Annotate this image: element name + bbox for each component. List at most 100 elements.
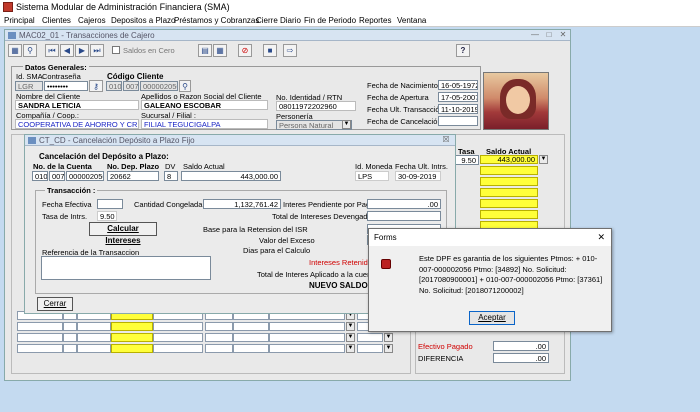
help-icon[interactable]: ? [456, 44, 470, 57]
interes-pendiente-label: Interes Pendiente por Pagar [283, 200, 377, 209]
grid-saldo-row2 [480, 166, 538, 175]
exit-icon[interactable]: ⇨ [283, 44, 297, 57]
minimize-icon[interactable]: — [528, 30, 542, 40]
fecha-ult-field: 11-10-2019 [438, 104, 478, 114]
grid-cell [153, 344, 203, 353]
grid-cell [205, 344, 233, 353]
cancel-icon[interactable]: ⊘ [238, 44, 252, 57]
codigo-cliente-part1[interactable]: 010 [106, 81, 122, 91]
row-spinner-icon[interactable]: ▼ [346, 333, 355, 342]
row-spinner-icon[interactable]: ▼ [346, 344, 355, 353]
cuenta-part3: 000002056 [66, 171, 104, 181]
grid-cell [17, 333, 63, 342]
app-icon [3, 2, 13, 12]
previous-icon[interactable]: ◀ [60, 44, 74, 57]
dv-label: DV [165, 162, 176, 171]
saldos-cero-checkbox[interactable] [112, 46, 120, 54]
menu-bar: Principal Clientes Cajeros Depositos a P… [0, 14, 700, 27]
app-titlebar: Sistema Modular de Administración Financ… [0, 0, 700, 14]
dias-calculo-label: Dias para el Calculo [243, 246, 311, 255]
cancelacion-header: Cancelación del Depósito a Plazo: [39, 152, 169, 161]
fecha-efectiva-field[interactable] [97, 199, 123, 209]
grid-saldo-row3 [480, 177, 538, 186]
apellidos-field: GALEANO ESCOBAR [141, 100, 268, 110]
grid-cell [357, 344, 383, 353]
menu-cajeros[interactable]: Cajeros [78, 16, 106, 25]
menu-principal[interactable]: Principal [4, 16, 35, 25]
forms-dialog-titlebar: Forms ✕ [369, 229, 611, 246]
nuevo-saldo-label: NUEVO SALDO [309, 281, 368, 290]
last-record-icon[interactable]: ⏭ [90, 44, 104, 57]
menu-fin-periodo[interactable]: Fin de Periodo [304, 16, 356, 25]
fecha-cancelacion-field [438, 116, 478, 126]
close-icon[interactable]: ✕ [556, 30, 570, 40]
compania-field: COOPERATIVA DE AHORRO Y CRÉDITO [15, 119, 139, 129]
fecha-apertura-field: 17-05-2007 [438, 92, 478, 102]
fecha-cancelacion-label: Fecha de Cancelación [367, 117, 442, 126]
next-icon[interactable]: ▶ [75, 44, 89, 57]
row-spinner-icon[interactable]: ▼ [539, 155, 548, 164]
menu-reportes[interactable]: Reportes [359, 16, 391, 25]
chevron-down-icon[interactable]: ▼ [342, 120, 351, 129]
grid-cell [77, 322, 111, 331]
menu-prestamos[interactable]: Préstamos y Cobranzas [174, 16, 259, 25]
aceptar-button[interactable]: Aceptar [469, 311, 515, 325]
grid-saldo-row1: 443,000.00 [480, 155, 538, 164]
grid-cell [233, 333, 269, 342]
menu-ventana[interactable]: Ventana [397, 16, 426, 25]
select-icon[interactable]: ▦ [8, 44, 22, 57]
cuenta-part1: 010 [32, 171, 48, 181]
personeria-select[interactable]: Persona Natural [276, 120, 352, 130]
row-spinner-icon[interactable]: ▼ [384, 333, 393, 342]
password-field[interactable]: •••••••• [44, 81, 88, 91]
saldo-actual-field: 443,000.00 [181, 171, 281, 181]
fecha-ult-intrs-label: Fecha Ult. Intrs. [395, 162, 448, 171]
datos-generales-header: Datos Generales: [23, 63, 89, 72]
teller-window-title: MAC02_01 - Transacciones de Cajero [19, 31, 155, 40]
contrasena-label: Contraseña [42, 72, 81, 81]
codigo-cliente-part2[interactable]: 007 [123, 81, 139, 91]
print-icon[interactable]: ▤ [198, 44, 212, 57]
grid-cell [233, 322, 269, 331]
fecha-nacimiento-label: Fecha de Nacimiento [367, 81, 438, 90]
base-isr-label: Base para la Retension del ISR [203, 225, 308, 234]
referencia-textarea[interactable] [41, 256, 211, 280]
menu-depositos[interactable]: Depositos a Plazo [111, 16, 175, 25]
grid-cell [233, 344, 269, 353]
row-spinner-icon[interactable]: ▼ [346, 322, 355, 331]
save-icon[interactable]: ■ [263, 44, 277, 57]
grid-cell [63, 344, 77, 353]
grid-cell [153, 322, 203, 331]
report-icon[interactable]: ▦ [213, 44, 227, 57]
forms-dialog-title: Forms [374, 233, 397, 242]
transaccion-header: Transacción : [45, 186, 98, 195]
client-photo [483, 72, 549, 130]
toolbar: ▦ ⚲ ⏮ ◀ ▶ ⏭ Saldos en Cero ▤ ▦ ⊘ ■ ⇨ ? [8, 44, 568, 60]
calcular-intereses-button[interactable]: Calcular Intereses [89, 222, 157, 245]
total-aplicado-label: Total de Interes Aplicado a la cuenta [257, 270, 378, 279]
row-spinner-icon[interactable]: ▼ [384, 344, 393, 353]
cuenta-part2: 007 [49, 171, 65, 181]
intereses-retenido-label: Intereses Retenido [309, 258, 372, 267]
grid-cell [77, 344, 111, 353]
close-window-icon[interactable]: ☒ [439, 135, 453, 145]
menu-cierre[interactable]: Cierre Diario [256, 16, 301, 25]
key-icon[interactable]: ⚷ [89, 80, 103, 92]
nombre-field: SANDRA LETICIA [15, 100, 139, 110]
forms-dialog: Forms ✕ Este DPF es garantia de los sigu… [368, 228, 612, 332]
teller-window-titlebar: MAC02_01 - Transacciones de Cajero — □ ✕ [5, 30, 570, 41]
grid-saldo-row5 [480, 199, 538, 208]
search-icon[interactable]: ⚲ [23, 44, 37, 57]
maximize-icon[interactable]: □ [542, 30, 556, 40]
first-record-icon[interactable]: ⏮ [45, 44, 59, 57]
id-sma-field[interactable]: LGR [15, 81, 43, 91]
client-lookup-icon[interactable]: ⚲ [179, 80, 191, 92]
cerrar-button[interactable]: Cerrar [37, 297, 73, 311]
codigo-cliente-part3[interactable]: 000002056 [140, 81, 178, 91]
interes-pendiente-field: .00 [367, 199, 441, 209]
efectivo-pagado-label: Efectivo Pagado [418, 342, 473, 351]
identidad-field: 08011972202960 [276, 101, 356, 111]
dv-field: 8 [164, 171, 178, 181]
menu-clientes[interactable]: Clientes [42, 16, 71, 25]
dialog-close-icon[interactable]: ✕ [597, 232, 605, 243]
